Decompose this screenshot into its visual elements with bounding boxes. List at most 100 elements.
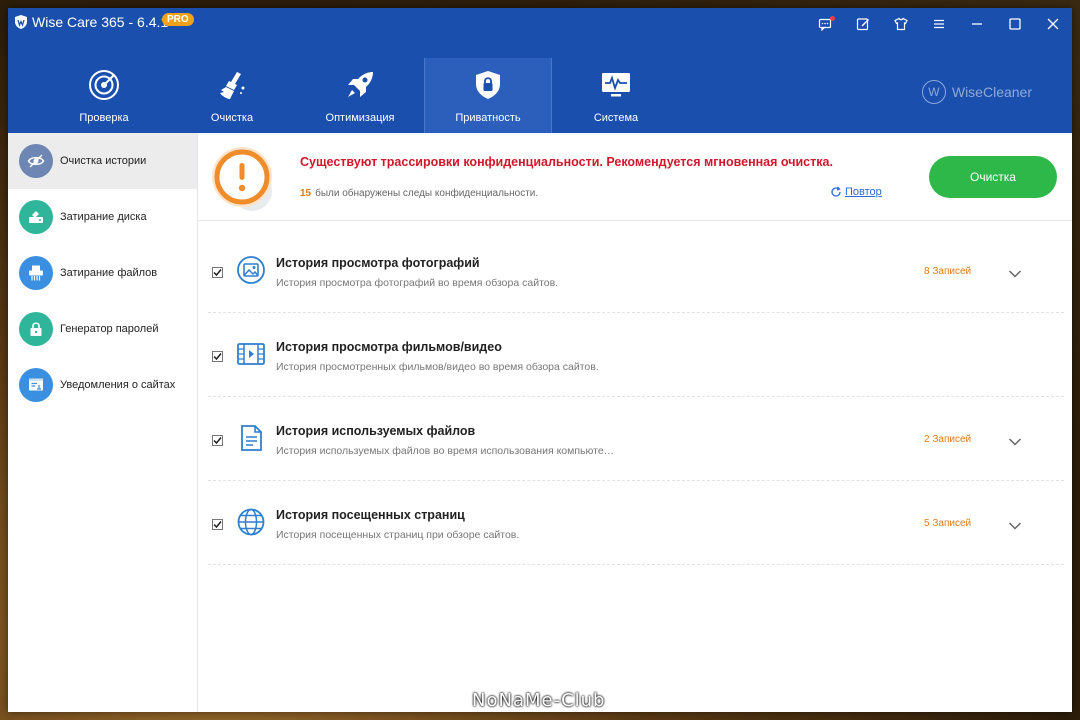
alert-subtitle-text: были обнаружены следы конфиденциальности…: [315, 188, 539, 199]
minimize-icon: [972, 23, 982, 25]
item-count[interactable]: 5 Записей: [924, 518, 971, 529]
app-logo-icon: [15, 15, 27, 29]
retry-link[interactable]: Повтор: [830, 186, 882, 198]
sidebar-item-disk-eraser[interactable]: Затирание диска: [8, 189, 197, 245]
tab-label: Оптимизация: [325, 112, 395, 124]
tab-check[interactable]: Проверка: [40, 58, 168, 133]
warning-icon: [212, 147, 272, 211]
web-notify-icon: [19, 368, 53, 402]
menu-button[interactable]: [920, 8, 958, 40]
menu-icon: [934, 19, 944, 29]
film-icon: [237, 343, 265, 365]
monitor-pulse-icon: [602, 73, 630, 97]
feedback-button[interactable]: [844, 8, 882, 40]
rocket-icon: [348, 72, 373, 97]
tab-clean[interactable]: Очистка: [168, 58, 296, 133]
pro-badge: PRO: [162, 13, 194, 26]
tab-optimize[interactable]: Оптимизация: [296, 58, 424, 133]
sidebar-item-password-generator[interactable]: Генератор паролей: [8, 301, 197, 357]
item-title: История посещенных страниц: [276, 508, 465, 522]
globe-icon: [237, 508, 265, 536]
notification-dot: [830, 16, 835, 21]
item-count[interactable]: 2 Записей: [924, 434, 971, 445]
wisecleaner-logo-icon: W: [921, 80, 946, 104]
sidebar-item-label: Уведомления о сайтах: [60, 379, 176, 391]
minimize-button[interactable]: [958, 8, 996, 40]
main-nav: Проверка Очистка Оптимизация Приватность…: [40, 58, 680, 133]
tab-label: Приватность: [455, 112, 521, 124]
shield-lock-icon: [476, 71, 500, 99]
retry-label: Повтор: [845, 186, 882, 198]
item-checkbox[interactable]: [212, 519, 223, 530]
broom-icon: [220, 72, 245, 99]
document-icon: [241, 425, 262, 451]
maximize-icon: [1009, 18, 1021, 30]
lock-icon: [19, 312, 53, 346]
skin-icon: [894, 17, 908, 31]
list-item: История посещенных страниц История посещ…: [198, 481, 1072, 565]
sidebar: Очистка истории Затирание диска Затирани…: [8, 133, 198, 712]
history-list: История просмотра фотографий История про…: [198, 229, 1072, 565]
app-title: Wise Care 365 - 6.4.1: [32, 14, 169, 30]
title-bar: Wise Care 365 - 6.4.1 PRO: [8, 8, 1072, 40]
messages-button[interactable]: [806, 8, 844, 40]
radar-icon: [89, 70, 119, 100]
list-item: История просмотра фильмов/видео История …: [198, 313, 1072, 397]
tab-label: Очистка: [210, 112, 254, 124]
item-checkbox[interactable]: [212, 267, 223, 278]
skin-button[interactable]: [882, 8, 920, 40]
list-item: История просмотра фотографий История про…: [198, 229, 1072, 313]
sidebar-item-label: Затирание файлов: [60, 267, 158, 279]
item-title: История просмотра фильмов/видео: [276, 340, 502, 354]
privacy-alert: Существуют трассировки конфиденциальност…: [198, 133, 1072, 221]
alert-title: Существуют трассировки конфиденциальност…: [300, 155, 833, 169]
item-checkbox[interactable]: [212, 435, 223, 446]
feedback-icon: [856, 18, 869, 31]
item-description: История используемых файлов во время исп…: [276, 445, 615, 457]
sidebar-item-history-cleaner[interactable]: Очистка истории: [8, 133, 197, 189]
clean-button[interactable]: Очистка: [929, 156, 1057, 198]
main-panel: Существуют трассировки конфиденциальност…: [198, 133, 1072, 712]
traces-count: 15: [300, 188, 312, 199]
item-checkbox[interactable]: [212, 351, 223, 362]
check-icon: [213, 353, 222, 361]
header: Wise Care 365 - 6.4.1 PRO Проверка Очист…: [8, 8, 1072, 133]
close-button[interactable]: [1034, 8, 1072, 40]
chevron-down-icon[interactable]: [1008, 521, 1022, 531]
tab-label: Система: [593, 112, 639, 124]
list-item: История используемых файлов История испо…: [198, 397, 1072, 481]
item-title: История просмотра фотографий: [276, 256, 480, 270]
tab-privacy[interactable]: Приватность: [424, 58, 552, 133]
item-description: История посещенных страниц при обзоре са…: [276, 529, 520, 541]
item-count[interactable]: 8 Записей: [924, 266, 971, 277]
close-icon: [1047, 18, 1059, 30]
chevron-down-icon[interactable]: [1008, 437, 1022, 447]
window-controls: [806, 8, 1072, 40]
sidebar-item-label: Затирание диска: [60, 211, 147, 223]
image-icon: [237, 256, 265, 284]
check-icon: [213, 269, 222, 277]
check-icon: [213, 521, 222, 529]
brand-name: WiseCleaner: [951, 84, 1032, 100]
tab-system[interactable]: Система: [552, 58, 680, 133]
sidebar-item-label: Очистка истории: [60, 155, 147, 167]
refresh-icon: [831, 186, 841, 197]
tab-label: Проверка: [79, 112, 129, 124]
brand-logo: W WiseCleaner: [921, 80, 1032, 104]
item-description: История просмотренных фильмов/видео во в…: [276, 361, 599, 373]
divider: [208, 564, 1064, 565]
alert-subtitle: 15 были обнаружены следы конфиденциальнос…: [300, 188, 538, 199]
item-description: История просмотра фотографий во время об…: [276, 277, 559, 289]
sidebar-item-label: Генератор паролей: [60, 323, 159, 335]
check-icon: [213, 437, 222, 445]
sidebar-item-file-shredder[interactable]: Затирание файлов: [8, 245, 197, 301]
item-title: История используемых файлов: [276, 424, 476, 438]
eye-off-icon: [19, 144, 53, 178]
app-window: Wise Care 365 - 6.4.1 PRO Проверка Очист…: [8, 8, 1072, 712]
maximize-button[interactable]: [996, 8, 1034, 40]
chevron-down-icon[interactable]: [1008, 269, 1022, 279]
disk-wipe-icon: [19, 200, 53, 234]
sidebar-item-site-notifications[interactable]: Уведомления о сайтах: [8, 357, 197, 413]
shredder-icon: [19, 256, 53, 290]
watermark: NoNaMe-Club: [472, 690, 606, 711]
